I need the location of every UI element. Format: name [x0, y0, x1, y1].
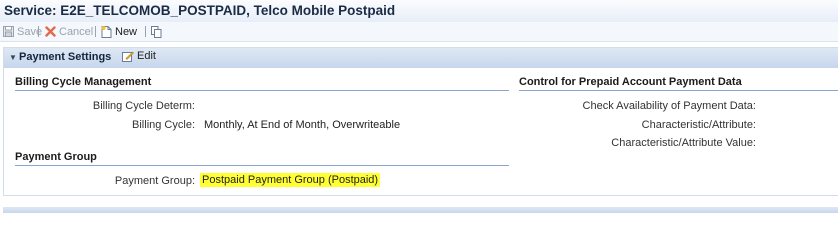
- cancel-button[interactable]: Cancel: [45, 24, 93, 39]
- collapse-triangle-icon[interactable]: ▼: [9, 53, 17, 62]
- save-button[interactable]: Save: [3, 24, 42, 39]
- edit-icon: [122, 51, 134, 62]
- toolbar-divider: [145, 26, 146, 37]
- toolbar-divider: [95, 26, 96, 37]
- new-button[interactable]: New: [101, 24, 137, 39]
- copy-icon: [151, 25, 162, 38]
- payment-group-heading: Payment Group: [15, 151, 509, 166]
- toolbar: Save Cancel New: [0, 22, 838, 42]
- payment-group-value[interactable]: Postpaid Payment Group (Postpaid): [200, 173, 381, 187]
- check-availability-label: Check Availability of Payment Data:: [582, 100, 756, 112]
- cancel-label: Cancel: [59, 25, 94, 38]
- title-bar: Service: E2E_TELCOMOB_POSTPAID, Telco Mo…: [0, 0, 838, 23]
- save-icon: [3, 26, 14, 37]
- new-document-icon: [101, 25, 112, 38]
- billing-cycle-value: Monthly, At End of Month, Overwriteable: [204, 119, 401, 131]
- billing-cycle-heading: Billing Cycle Management: [15, 76, 509, 91]
- cancel-icon: [45, 26, 56, 37]
- characteristic-attribute-value-label: Characteristic/Attribute Value:: [611, 137, 756, 149]
- billing-cycle-determ-label: Billing Cycle Determ:: [92, 100, 195, 112]
- toolbar-divider: [38, 26, 39, 37]
- next-panel-header: [3, 207, 838, 213]
- characteristic-attribute-label: Characteristic/Attribute:: [641, 119, 756, 131]
- billing-cycle-label: Billing Cycle:: [132, 119, 195, 131]
- payment-group-label: Payment Group:: [114, 175, 195, 187]
- edit-label: Edit: [137, 50, 156, 62]
- page-title: Service: E2E_TELCOMOB_POSTPAID, Telco Mo…: [4, 3, 396, 18]
- new-label: New: [115, 25, 138, 38]
- panel-header[interactable]: ▼ Payment Settings Edit: [4, 48, 838, 68]
- panel-title: Payment Settings: [19, 51, 112, 63]
- prepaid-control-heading: Control for Prepaid Account Payment Data: [519, 76, 838, 91]
- payment-settings-panel: ▼ Payment Settings Edit Billing Cycle Ma…: [3, 47, 838, 196]
- copy-button[interactable]: [151, 24, 162, 39]
- edit-button[interactable]: Edit: [122, 50, 156, 62]
